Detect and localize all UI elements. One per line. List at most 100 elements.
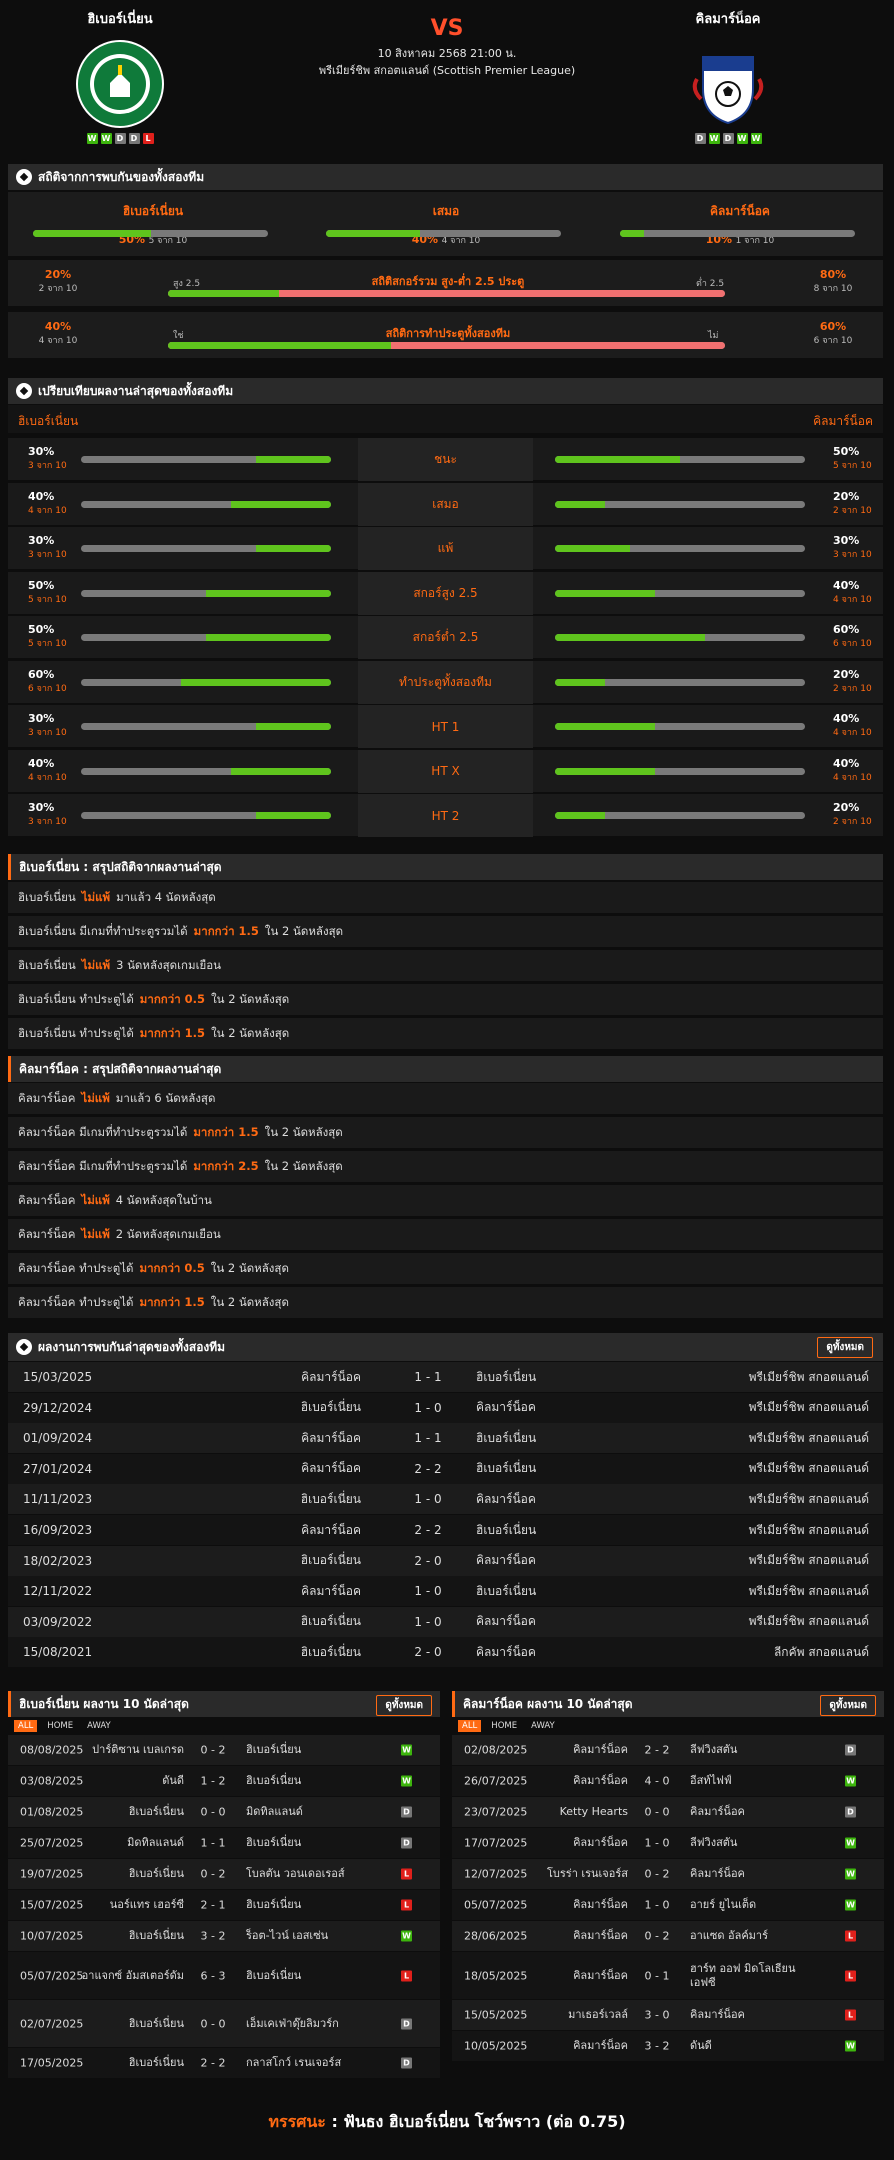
tab-away[interactable]: AWAY (527, 1720, 559, 1732)
compare-row: 30% 3 จาก 10 ชนะ 50% 5 จาก 10 (8, 438, 883, 481)
home-team: คิลมาร์น็อค (573, 1836, 628, 1849)
match-row[interactable]: 15/05/2025 มาเธอร์เวลล์ 3 - 0 คิลมาร์น็อค L (452, 2000, 884, 2031)
home-team: ฮิเบอร์เนี่ยน (128, 1805, 184, 1818)
section-title: สถิติจากการพบกันของทั้งสองทีม (38, 169, 205, 184)
home-team: ฮิเบอร์เนี่ยน (300, 1491, 361, 1506)
summary-text: ใน 2 นัดหลังสุด (210, 1260, 289, 1275)
away-team[interactable]: คิลมาร์น็อค DWDWW (628, 8, 828, 144)
match-row[interactable]: 08/08/2025 ปาร์ติซาน เบลเกรด 0 - 2 ฮิเบอร์เ… (8, 1735, 440, 1766)
summary-text: ใน 2 นัดหลังสุด (211, 991, 290, 1006)
h2h-row[interactable]: 29/12/2024 ฮิเบอร์เนี่ยน 1 - 0 คิลมาร์น็อค พ… (8, 1392, 883, 1423)
match-row[interactable]: 19/07/2025 ฮิเบอร์เนี่ยน 0 - 2 โบลตัน วอนเด… (8, 1859, 440, 1890)
away-bar (555, 812, 805, 819)
home-team: ฮิเบอร์เนี่ยน (300, 1400, 361, 1415)
away-pct: 50% 5 จาก 10 (833, 445, 872, 473)
tab-all[interactable]: ALL (14, 1720, 38, 1732)
away-bar (555, 767, 805, 775)
view-all-button[interactable]: ดูทั้งหมด (817, 1337, 873, 1358)
home-pct-sub: 6 จาก 10 (28, 683, 67, 694)
match-row[interactable]: 17/07/2025 คิลมาร์น็อค 1 - 0 ลีฟวิงสตัน W (452, 1828, 884, 1859)
match-row[interactable]: 10/05/2025 คิลมาร์น็อค 3 - 2 ดันดี W (452, 2031, 884, 2062)
h2h-row[interactable]: 15/08/2021 ฮิเบอร์เนี่ยน 2 - 0 คิลมาร์น็อค ล… (8, 1637, 883, 1668)
home-pct-sub: 3 จาก 10 (28, 461, 67, 471)
away-team: คิลมาร์น็อค (476, 1400, 536, 1415)
home-tabs: ALL HOME AWAY (8, 1717, 440, 1735)
away-team: ฮิเบอร์เนี่ยน (476, 1522, 537, 1537)
away-team: ฮิเบอร์เนี่ยน (246, 1968, 302, 1982)
h2h-row[interactable]: 11/11/2023 ฮิเบอร์เนี่ยน 1 - 0 คิลมาร์น็อค พ… (8, 1484, 883, 1515)
summary-highlight: มากกว่า 0.5 (139, 991, 206, 1006)
match-date: 15/03/2025 (23, 1370, 93, 1384)
away-pct-value: 40% (833, 712, 860, 725)
result-badge: D (401, 2057, 412, 2069)
away-pct-value: 20% (833, 489, 860, 503)
match-date: 29/12/2024 (23, 1400, 93, 1415)
match-row[interactable]: 05/07/2025 อาแจกซ์ อัมสเตอร์ดัม 6 - 3 ฮิเบอ… (8, 1952, 440, 2000)
tab-home[interactable]: HOME (43, 1720, 77, 1732)
match-row[interactable]: 05/07/2025 คิลมาร์น็อค 1 - 0 อายร์ ยูไนเต็ด… (452, 1890, 884, 1921)
match-row[interactable]: 10/07/2025 ฮิเบอร์เนี่ยน 3 - 2 ร็อต-ไวน์ เอ… (8, 1921, 440, 1952)
tab-home[interactable]: HOME (487, 1720, 521, 1732)
summary-highlight: มากกว่า 1.5 (139, 1294, 205, 1309)
match-row[interactable]: 12/07/2025 โบรร่า เรนเจอร์ส 0 - 2 คิลมาร์น็… (452, 1859, 884, 1890)
match-row[interactable]: 02/08/2025 คิลมาร์น็อค 2 - 2 ลีฟวิงสตัน D (452, 1735, 884, 1766)
view-all-button[interactable]: ดูทั้งหมด (820, 1695, 876, 1716)
home-pct-sub: 3 จาก 10 (28, 817, 67, 827)
match-date: 15/08/2021 (23, 1645, 93, 1660)
h2h-row[interactable]: 01/09/2024 คิลมาร์น็อค 1 - 1 ฮิเบอร์เนี่ยน พ… (8, 1423, 883, 1454)
h2h-row[interactable]: 16/09/2023 คิลมาร์น็อค 2 - 2 ฮิเบอร์เนี่ยน พ… (8, 1515, 883, 1545)
home-team: ดันดี (162, 1774, 184, 1787)
match-row[interactable]: 01/08/2025 ฮิเบอร์เนี่ยน 0 - 0 มิดทิลแลนด์ D (8, 1797, 440, 1828)
h2h-row[interactable]: 03/09/2022 ฮิเบอร์เนี่ยน 1 - 0 คิลมาร์น็อค พ… (8, 1606, 883, 1637)
h2h-row[interactable]: 15/03/2025 คิลมาร์น็อค 1 - 1 ฮิเบอร์เนี่ยน พ… (8, 1362, 883, 1392)
match-row[interactable]: 25/07/2025 มิดทิลแลนด์ 1 - 1 ฮิเบอร์เนี่ยน D (8, 1828, 440, 1859)
score: 2 - 2 (644, 1743, 670, 1757)
match-row[interactable]: 26/07/2025 คิลมาร์น็อค 4 - 0 อีสท์ไฟฟ์ W (452, 1766, 884, 1797)
home-team: มาเธอร์เวลล์ (568, 2008, 628, 2021)
home-team[interactable]: ฮิเบอร์เนี่ยน WWDDL (20, 8, 220, 144)
match-row[interactable]: 23/07/2025 Ketty Hearts 0 - 0 คิลมาร์น็อค D (452, 1797, 884, 1828)
h2h-row[interactable]: 18/02/2023 ฮิเบอร์เนี่ยน 2 - 0 คิลมาร์น็อค พ… (8, 1545, 883, 1576)
kilmarnock-crest-icon (683, 39, 773, 129)
away-pct-value: 30% (833, 534, 860, 547)
summary-line: ฮิเบอร์เนี่ยน ทำประตูได้ มากกว่า 0.5 ใน 2 … (8, 984, 883, 1015)
score: 0 - 2 (644, 1929, 670, 1943)
home-team: คิลมาร์น็อค (301, 1461, 361, 1476)
home-team: โบรร่า เรนเจอร์ส (546, 1867, 628, 1880)
score: 3 - 0 (644, 2008, 670, 2022)
home-pct-value: 30% (28, 712, 55, 725)
section-title: ฮิเบอร์เนี่ยน : สรุปสถิติจากผลงานล่าสุด (19, 859, 222, 874)
view-all-button[interactable]: ดูทั้งหมด (376, 1695, 432, 1716)
away-bar (555, 456, 805, 463)
summary-highlight: มากกว่า 2.5 (193, 1158, 259, 1173)
match-row[interactable]: 28/06/2025 คิลมาร์น็อค 0 - 2 อาแซด อัลค์มาร… (452, 1921, 884, 1952)
score: 0 - 0 (200, 1805, 226, 1819)
summary-text: 4 นัดหลังสุดในบ้าน (115, 1192, 212, 1207)
home-bar (81, 678, 331, 686)
away-bar (555, 634, 805, 641)
away-team: คิลมาร์น็อค (690, 1805, 745, 1818)
away-form: DWDWW (628, 133, 828, 144)
match-row[interactable]: 15/07/2025 นอร์แทร เฮอร์ซี 2 - 1 ฮิเบอร์เนี… (8, 1890, 440, 1921)
match-row[interactable]: 03/08/2025 ดันดี 1 - 2 ฮิเบอร์เนี่ยน W (8, 1766, 440, 1797)
away-team: คิลมาร์น็อค (476, 1491, 536, 1506)
away-team: เอ็มเคเฟ่าดุ๊ยลิมวร์ก (246, 2016, 339, 2030)
tab-all[interactable]: ALL (458, 1720, 482, 1732)
h2h-row[interactable]: 27/01/2024 คิลมาร์น็อค 2 - 2 ฮิเบอร์เนี่ยน พ… (8, 1453, 883, 1484)
home-team: คิลมาร์น็อค (301, 1522, 361, 1537)
match-row[interactable]: 02/07/2025 ฮิเบอร์เนี่ยน 0 - 0 เอ็มเคเฟ่าดุ… (8, 2000, 440, 2048)
h2h-row[interactable]: 12/11/2022 คิลมาร์น็อค 1 - 0 ฮิเบอร์เนี่ยน พ… (8, 1576, 883, 1607)
match-row[interactable]: 18/05/2025 คิลมาร์น็อค 0 - 1 ฮาร์ท ออฟ มิดโ… (452, 1952, 884, 2000)
home-bar (81, 589, 331, 597)
away-pct-sub: 5 จาก 10 (833, 461, 872, 471)
h2h-sub: 1 จาก 10 (735, 236, 775, 246)
match-row[interactable]: 17/05/2025 ฮิเบอร์เนี่ยน 2 - 2 กลาสโกว์ เรน… (8, 2048, 440, 2079)
away-last10-header: คิลมาร์น็อค ผลงาน 10 นัดล่าสุด ดูทั้งหมด (452, 1691, 884, 1717)
tab-away[interactable]: AWAY (83, 1720, 115, 1732)
away-pct-sub: 3 จาก 10 (833, 550, 872, 560)
summary-highlight: มากกว่า 0.5 (139, 1260, 205, 1275)
home-team: มิดทิลแลนด์ (127, 1836, 184, 1849)
league: พรีเมียร์ชิพ สกอตแลนด์ (748, 1491, 869, 1506)
away-team: คิลมาร์น็อค (690, 2008, 745, 2021)
away-team: กลาสโกว์ เรนเจอร์ส (246, 2056, 342, 2069)
